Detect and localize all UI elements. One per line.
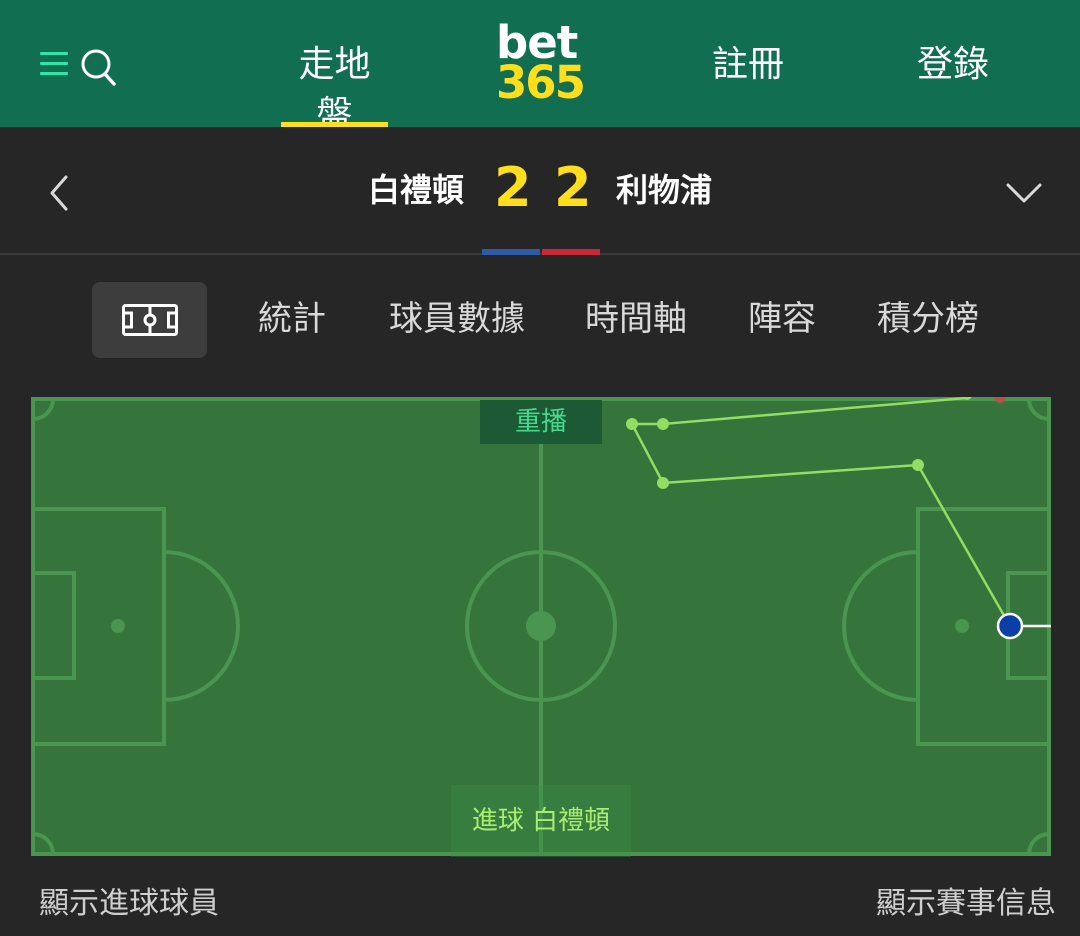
tab-pitch-view[interactable]	[92, 282, 207, 358]
trail-point	[912, 459, 924, 471]
nav-in-play[interactable]: 走地盤	[281, 40, 388, 135]
match-score-bar: 白禮頓 2 2 利物浦	[0, 127, 1080, 255]
bet365-logo[interactable]: bet 365	[496, 20, 588, 106]
ball-trail	[626, 397, 1051, 640]
replay-button[interactable]: 重播	[480, 400, 602, 444]
chevron-down-icon[interactable]	[1004, 177, 1044, 207]
trail-point	[657, 477, 669, 489]
show-scorers-link[interactable]: 顯示進球球員	[39, 884, 219, 924]
menu-icon[interactable]	[40, 52, 70, 76]
home-score: 2	[494, 156, 532, 219]
match-tabs: 統計 球員數據 時間軸 陣容 積分榜	[0, 257, 1080, 387]
pitch-icon	[122, 304, 178, 336]
away-score: 2	[554, 156, 592, 219]
trail-point	[657, 418, 669, 430]
tab-player-stats[interactable]: 球員數據	[389, 297, 525, 341]
chevron-left-icon[interactable]	[44, 173, 74, 213]
home-team-name: 白禮頓	[368, 171, 465, 209]
away-team-color-bar	[542, 249, 600, 255]
nav-register[interactable]: 註冊	[712, 40, 784, 90]
home-team-color-bar	[482, 249, 540, 255]
trail-point	[626, 418, 638, 430]
tab-standings[interactable]: 積分榜	[877, 297, 979, 341]
top-header: 走地盤 bet 365 註冊 登錄	[0, 0, 1080, 135]
tab-timeline[interactable]: 時間軸	[585, 297, 687, 341]
ball-position-marker	[996, 612, 1024, 640]
tab-stats[interactable]: 統計	[258, 297, 326, 341]
search-icon[interactable]	[80, 46, 120, 90]
event-label: 進球 白禮頓	[451, 785, 631, 857]
logo-bottom-text: 365	[496, 56, 586, 109]
show-match-info-link[interactable]: 顯示賽事信息	[876, 884, 1056, 924]
tab-lineups[interactable]: 陣容	[748, 297, 816, 341]
nav-login[interactable]: 登錄	[917, 40, 989, 90]
match-pitch: 重播 進球 白禮頓	[31, 397, 1051, 857]
away-team-name: 利物浦	[616, 171, 713, 209]
trail-point-opponent	[994, 397, 1006, 403]
